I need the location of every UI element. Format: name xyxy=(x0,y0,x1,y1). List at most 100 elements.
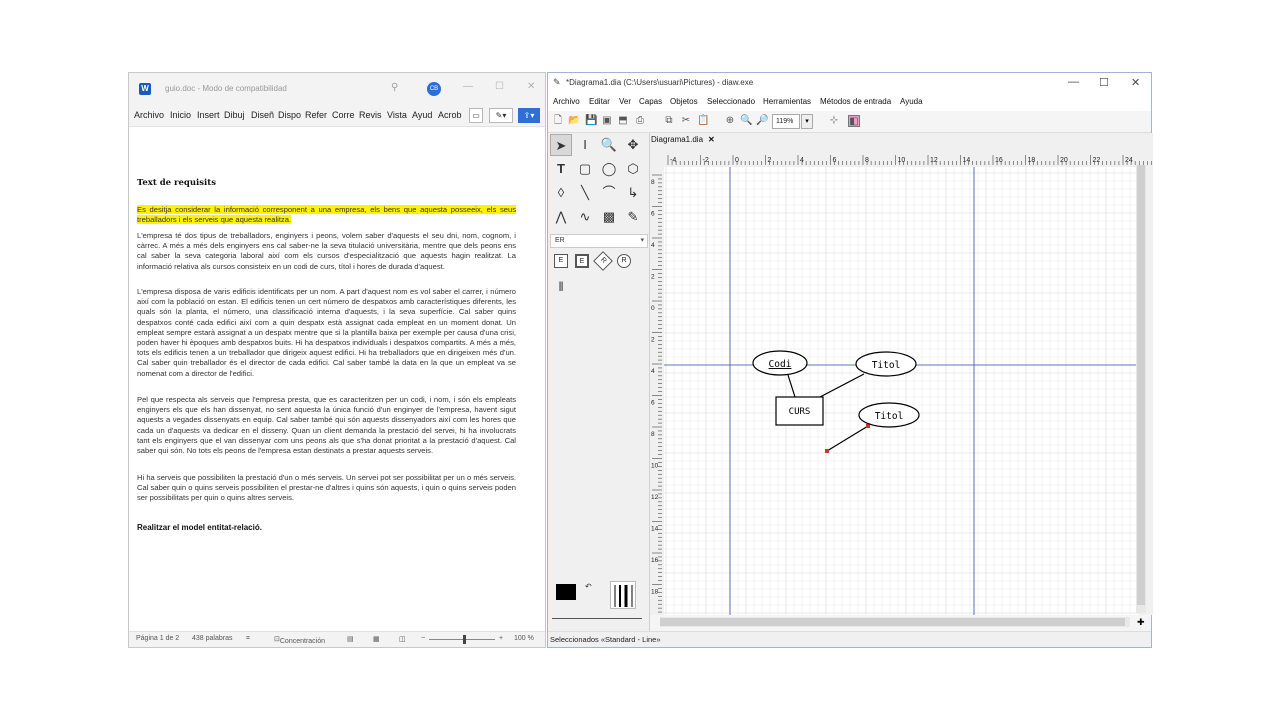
sheet-name: ER xyxy=(555,237,565,244)
menu-ayuda[interactable]: Ayuda xyxy=(900,97,923,106)
foreground-color-swatch[interactable] xyxy=(556,584,576,600)
share-icon[interactable]: ⇪▾ xyxy=(518,108,540,123)
menu-metodos-entrada[interactable]: Métodos de entrada xyxy=(820,97,891,106)
menu-ver[interactable]: Ver xyxy=(619,97,631,106)
close-tab-icon[interactable]: ✕ xyxy=(708,135,715,144)
bezier-tool-icon[interactable]: ∿ xyxy=(574,206,596,228)
beziergon-tool-icon[interactable]: ◊ xyxy=(550,182,572,204)
polyline-tool-icon[interactable]: ⋀ xyxy=(550,206,572,228)
polygon-tool-icon[interactable]: ⬡ xyxy=(622,158,644,180)
line-handle-start[interactable] xyxy=(825,449,829,453)
text-tool-icon[interactable]: T xyxy=(550,158,572,180)
print-view-icon[interactable]: ▦ xyxy=(373,635,380,643)
snap-grid-icon[interactable]: ⊹ xyxy=(828,115,840,127)
zoom-out-icon[interactable]: 🔎 xyxy=(756,115,768,127)
box-tool-icon[interactable]: ▢ xyxy=(574,158,596,180)
tab-disposicion[interactable]: Dispo xyxy=(278,110,301,120)
er-weak-entity-tool[interactable]: E xyxy=(575,254,589,268)
pointer-tool-icon[interactable]: ➤ xyxy=(550,134,572,156)
zoom-out-icon[interactable]: − xyxy=(421,635,425,642)
minimize-icon[interactable]: — xyxy=(463,81,473,92)
menu-editar[interactable]: Editar xyxy=(589,97,610,106)
read-view-icon[interactable]: ▤ xyxy=(347,635,354,643)
sheet-selector[interactable]: ER ▾ xyxy=(550,234,648,248)
new-file-icon[interactable]: 🗋 xyxy=(552,115,564,127)
maximize-icon[interactable]: ☐ xyxy=(495,81,504,92)
export-icon[interactable]: ⬒ xyxy=(617,115,629,127)
copy-icon[interactable]: ⧉ xyxy=(663,115,675,127)
tab-ayuda[interactable]: Ayud xyxy=(412,110,432,120)
save-as-icon[interactable]: ▣ xyxy=(601,115,613,127)
zoom-dropdown-icon[interactable]: ▾ xyxy=(801,114,813,129)
open-file-icon[interactable]: 📂 xyxy=(568,115,580,127)
zoom-input[interactable]: 119% xyxy=(772,114,800,129)
vertical-scroll-thumb[interactable] xyxy=(1137,165,1145,605)
magnify-tool-icon[interactable]: 🔍 xyxy=(598,134,620,156)
zoom-level[interactable]: 100 % xyxy=(514,635,534,642)
horizontal-scrollbar[interactable] xyxy=(660,617,1130,627)
save-icon[interactable]: 💾 xyxy=(585,115,597,127)
focus-mode[interactable]: ⊡ Concentración xyxy=(274,635,325,645)
line-tool-icon[interactable]: ╲ xyxy=(574,182,596,204)
swap-colors-icon[interactable]: ↶ xyxy=(585,582,592,591)
zigzag-tool-icon[interactable]: ↳ xyxy=(622,182,644,204)
menu-seleccionado[interactable]: Seleccionado xyxy=(707,97,755,106)
close-icon[interactable]: ✕ xyxy=(1131,76,1140,89)
avatar[interactable]: CB xyxy=(427,82,441,96)
text-edit-tool-icon[interactable]: I xyxy=(574,134,596,156)
page-count[interactable]: Página 1 de 2 xyxy=(136,635,179,642)
vertical-scrollbar[interactable] xyxy=(1136,165,1146,613)
zoom-in-icon[interactable]: 🔍 xyxy=(740,115,752,127)
tab-revisar[interactable]: Revis xyxy=(359,110,382,120)
maximize-icon[interactable]: ☐ xyxy=(1099,76,1109,89)
word-count[interactable]: 438 palabras xyxy=(192,635,232,642)
tab-diseno[interactable]: Diseñ xyxy=(251,110,274,120)
er-relationship-tool[interactable]: R xyxy=(593,251,613,271)
tab-acrobat[interactable]: Acrob xyxy=(438,110,462,120)
document-page[interactable]: Text de requisits Es desitja considerar … xyxy=(129,127,545,633)
cut-icon[interactable]: ✂ xyxy=(680,115,692,127)
menu-objetos[interactable]: Objetos xyxy=(670,97,698,106)
er-participation-tool-icon[interactable]: ‖ xyxy=(550,276,572,298)
zoom-slider[interactable] xyxy=(429,639,495,640)
menu-capas[interactable]: Capas xyxy=(639,97,662,106)
edit-mode-icon[interactable]: ✎▾ xyxy=(489,108,513,123)
scroll-tool-icon[interactable]: ✥ xyxy=(622,134,644,156)
object-snap-icon[interactable]: ◧ xyxy=(848,115,860,127)
comment-icon[interactable]: ▭ xyxy=(469,108,483,123)
web-view-icon[interactable]: ◫ xyxy=(399,635,406,643)
ellipse-tool-icon[interactable]: ◯ xyxy=(598,158,620,180)
tab-correspondencia[interactable]: Corre xyxy=(332,110,355,120)
tab-vista[interactable]: Vista xyxy=(387,110,407,120)
line-width-selector[interactable] xyxy=(610,581,636,609)
tab-archivo[interactable]: Archivo xyxy=(134,110,164,120)
canvas-area[interactable]: -4 -2 0 2 4 6 8 10 12 14 16 18 20 22 24 8 6 4 2 0 2 4 6 8 10 12 1… xyxy=(650,153,1153,615)
arc-tool-icon[interactable]: ⌒ xyxy=(598,182,620,204)
close-icon[interactable]: ✕ xyxy=(527,81,535,92)
image-tool-icon[interactable]: ▩ xyxy=(598,206,620,228)
menu-herramientas[interactable]: Herramientas xyxy=(763,97,811,106)
minimize-icon[interactable]: — xyxy=(1068,76,1079,88)
accessibility-icon[interactable]: ⌗ xyxy=(246,635,250,643)
search-icon[interactable]: ⚲ xyxy=(391,82,398,93)
diagram-canvas[interactable]: -4 -2 0 2 4 6 8 10 12 14 16 18 20 22 24 86420246810121… xyxy=(650,153,1153,615)
paste-icon[interactable]: 📋 xyxy=(697,115,709,127)
toolbox-panel: ➤ I 🔍 ✥ T ▢ ◯ ⬡ ◊ ╲ ⌒ ↳ ⋀ ∿ ▩ ✎ ER ▾ E E … xyxy=(548,133,650,631)
zoom-in-icon[interactable]: + xyxy=(499,635,503,642)
er-attribute-tool[interactable]: R xyxy=(617,254,631,268)
zoom-fit-icon[interactable]: ⊕ xyxy=(724,115,736,127)
menu-archivo[interactable]: Archivo xyxy=(553,97,580,106)
tab-referencias[interactable]: Refer xyxy=(305,110,327,120)
horizontal-scroll-thumb[interactable] xyxy=(660,618,1125,626)
tab-insert[interactable]: Insert xyxy=(197,110,220,120)
tab-dibujar[interactable]: Dibuj xyxy=(224,110,245,120)
arrow-style-selector[interactable] xyxy=(552,618,642,619)
task-text: Realitzar el model entitat-relació. xyxy=(137,523,262,532)
tab-diagrama1[interactable]: Diagrama1.dia ✕ xyxy=(651,135,715,144)
zoom-slider-thumb[interactable] xyxy=(463,635,466,644)
outline-tool-icon[interactable]: ✎ xyxy=(622,206,644,228)
navigation-icon[interactable]: ✚ xyxy=(1137,617,1145,628)
tab-inicio[interactable]: Inicio xyxy=(170,110,191,120)
print-icon[interactable]: ⎙ xyxy=(634,115,646,127)
er-entity-tool[interactable]: E xyxy=(554,254,568,268)
